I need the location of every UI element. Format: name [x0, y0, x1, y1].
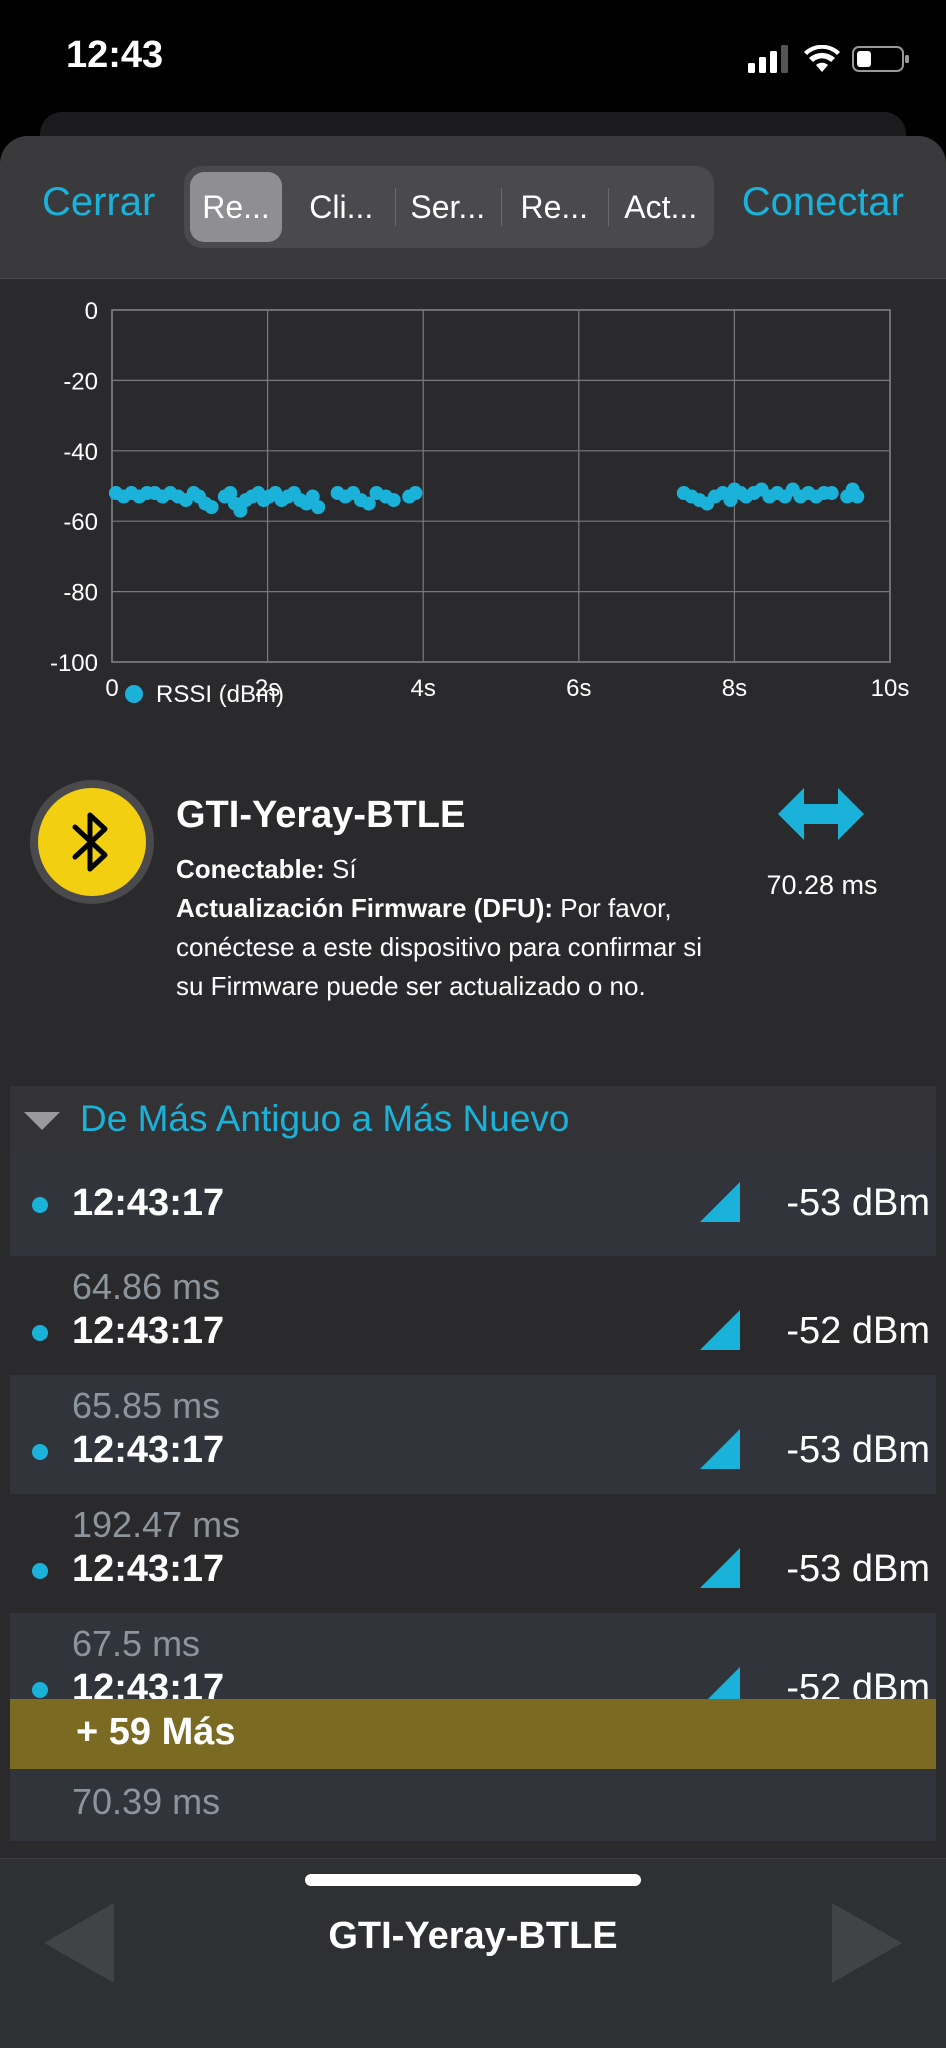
device-info: Conectable: Sí Actualización Firmware (D… [176, 850, 736, 1006]
x-tick-label: 8s [722, 675, 747, 702]
device-avatar [30, 780, 154, 904]
packet-interval: 64.86 ms [72, 1266, 221, 1307]
connect-button[interactable]: Conectar [742, 180, 904, 225]
x-tick-label: 6s [566, 675, 591, 702]
status-dot [32, 1197, 48, 1213]
packet-interval: 192.47 ms [72, 1504, 241, 1545]
signal-strength-icon [700, 1310, 740, 1350]
bluetooth-icon [72, 812, 108, 872]
status-icons [748, 42, 910, 76]
advertisement-list: 12:43:17 -53 dBm 64.86 ms 12:43:17 -52 d… [10, 1152, 936, 1732]
sort-order-header[interactable]: De Más Antiguo a Más Nuevo [10, 1086, 936, 1152]
signal-strength-icon [700, 1182, 740, 1222]
rssi-point [311, 500, 326, 515]
rssi-point [386, 493, 401, 508]
bottom-device-title: GTI-Yeray-BTLE [328, 1915, 618, 1957]
packet-interval: 65.85 ms [72, 1385, 221, 1426]
sort-order-label: De Más Antiguo a Más Nuevo [80, 1098, 570, 1139]
tab-clients[interactable]: Cli... [288, 172, 395, 242]
cellular-signal-icon [748, 45, 788, 73]
home-indicator[interactable] [305, 1874, 641, 1886]
y-tick-label: -20 [63, 368, 98, 395]
packet-time: 12:43:17 [72, 1429, 225, 1471]
packet-interval: 70.39 ms [72, 1781, 221, 1822]
bottom-navigation-bar: GTI-Yeray-BTLE [0, 1858, 946, 2048]
device-name: GTI-Yeray-BTLE [176, 794, 466, 836]
list-item[interactable]: 192.47 ms 12:43:17 -53 dBm [10, 1494, 936, 1613]
disclosure-triangle-icon [24, 1112, 60, 1130]
packet-time: 12:43:17 [72, 1310, 225, 1352]
packet-rssi: -53 dBm [786, 1182, 930, 1224]
tab-activity[interactable]: Act... [607, 172, 715, 242]
connectable-label: Conectable: [176, 854, 325, 884]
y-tick-label: -60 [63, 509, 98, 536]
legend-label: RSSI (dBm) [156, 681, 284, 708]
y-tick-label: -40 [63, 439, 98, 466]
rssi-point [824, 486, 839, 501]
dfu-label: Actualización Firmware (DFU): [176, 893, 554, 923]
signal-strength-icon [700, 1429, 740, 1469]
x-tick-label: 0 [105, 675, 118, 702]
y-tick-label: 0 [85, 298, 98, 325]
y-tick-label: -100 [50, 650, 98, 677]
x-tick-label: 10s [871, 675, 910, 702]
legend-marker [125, 685, 143, 703]
battery-icon [852, 46, 909, 72]
status-time: 12:43 [66, 34, 164, 76]
packet-rssi: -52 dBm [786, 1310, 930, 1352]
status-dot [32, 1682, 48, 1698]
y-tick-label: -80 [63, 580, 98, 607]
status-dot [32, 1444, 48, 1460]
top-bar: Cerrar Re... Cli... Ser... Re... Act... … [0, 136, 946, 279]
tab-rssi[interactable]: Re... [190, 172, 282, 242]
show-more-button[interactable]: + 59 Más [10, 1699, 936, 1769]
device-detail-sheet: Cerrar Re... Cli... Ser... Re... Act... … [0, 136, 946, 2048]
packet-rssi: -53 dBm [786, 1548, 930, 1590]
tab-services[interactable]: Ser... [394, 172, 502, 242]
packet-time: 12:43:17 [72, 1548, 225, 1590]
rssi-point [850, 489, 865, 504]
plot-area [111, 309, 891, 663]
chart-grid [111, 309, 891, 663]
packet-interval: 67.5 ms [72, 1623, 201, 1664]
list-item[interactable]: 64.86 ms 12:43:17 -52 dBm [10, 1256, 936, 1375]
packet-time: 12:43:17 [72, 1182, 225, 1224]
rssi-points [108, 482, 865, 518]
advertising-interval: 70.28 ms [766, 870, 878, 900]
status-dot [32, 1325, 48, 1341]
double-arrow-icon [778, 788, 864, 840]
rssi-point [204, 500, 219, 515]
connectable-value: Sí [324, 854, 357, 884]
show-more-label: + 59 Más [76, 1711, 236, 1753]
y-axis-ticks: 0 -20 -40 -60 -80 -100 [50, 298, 98, 677]
packet-rssi: -53 dBm [786, 1429, 930, 1471]
segmented-tabs: Re... Cli... Ser... Re... Act... [184, 166, 714, 248]
signal-strength-icon [700, 1548, 740, 1588]
tab-registry[interactable]: Re... [501, 172, 608, 242]
status-dot [32, 1563, 48, 1579]
wifi-icon [804, 45, 840, 72]
rssi-point [408, 486, 423, 501]
x-tick-label: 4s [411, 675, 436, 702]
close-button[interactable]: Cerrar [42, 180, 155, 225]
list-item[interactable]: 12:43:17 -53 dBm [10, 1152, 936, 1256]
next-device-arrow-icon[interactable] [832, 1903, 902, 1983]
list-item[interactable]: 65.85 ms 12:43:17 -53 dBm [10, 1375, 936, 1494]
list-item[interactable]: 70.39 ms [10, 1769, 936, 1841]
